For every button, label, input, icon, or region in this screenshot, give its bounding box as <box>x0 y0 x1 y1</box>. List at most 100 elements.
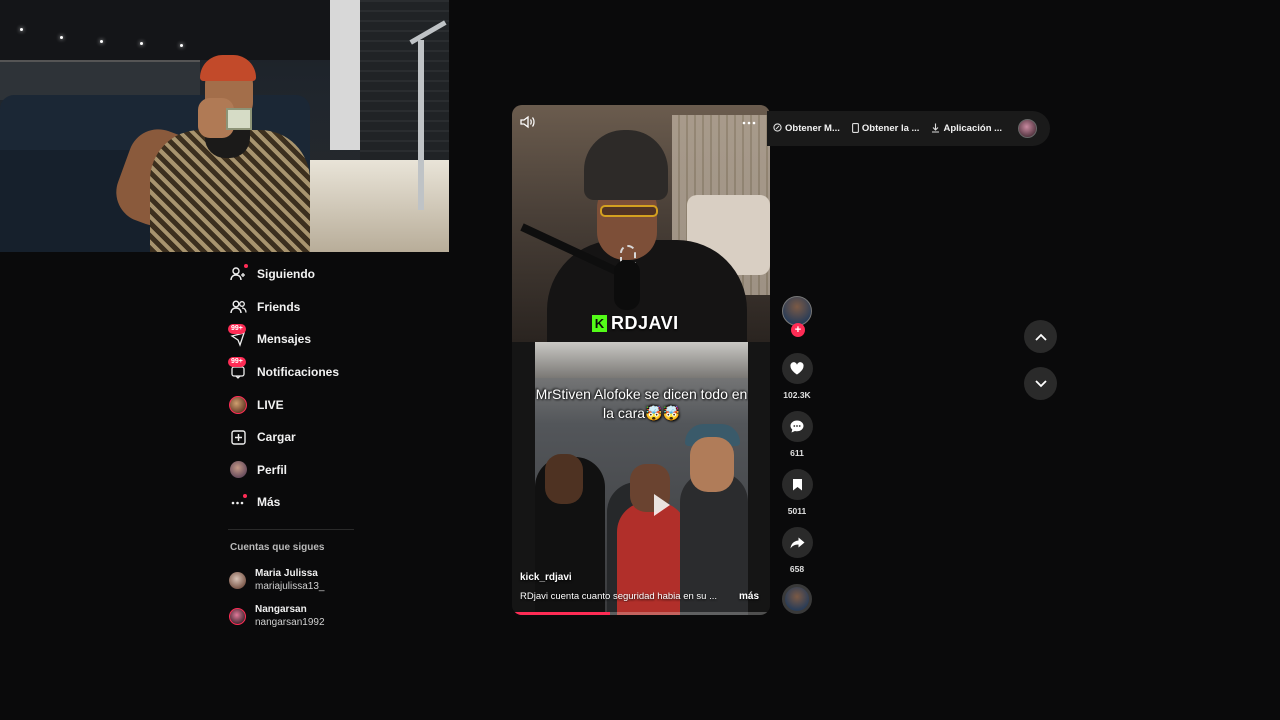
webcam-ceiling <box>0 0 330 60</box>
sidebar-item-label: Mensajes <box>257 332 312 347</box>
sidebar-item-label: Siguiendo <box>257 267 315 282</box>
webcam-railing <box>418 40 424 210</box>
chevron-up-icon <box>1034 333 1047 341</box>
clip-person-head <box>545 454 583 504</box>
share-button[interactable] <box>781 527 813 558</box>
following-section-title: Cuentas que sigues <box>230 541 325 553</box>
following-account-item[interactable]: Maria Julissa mariajulissa13_ <box>228 563 428 599</box>
notifications-badge: 99+ <box>228 357 246 368</box>
comment-icon <box>790 420 804 433</box>
get-coins-button[interactable]: Obtener M... <box>773 123 840 134</box>
sidebar-item-cargar[interactable]: Cargar <box>228 421 428 454</box>
play-icon[interactable] <box>654 494 670 516</box>
desktop-app-label: Aplicación ... <box>943 123 1003 134</box>
kick-logo-icon: K <box>592 315 607 332</box>
sidebar-item-friends[interactable]: Friends <box>228 291 428 324</box>
webcam-floor <box>300 160 449 252</box>
video-progress-bar[interactable] <box>512 612 770 615</box>
messages-badge: 99+ <box>228 324 246 335</box>
follow-plus-icon[interactable]: + <box>791 323 805 337</box>
sidebar-item-label: Friends <box>257 299 301 314</box>
clip-ceiling <box>535 342 748 378</box>
video-person-glasses <box>600 205 658 217</box>
sidebar-item-live[interactable]: LIVE <box>228 388 428 421</box>
upload-icon <box>228 427 248 447</box>
live-avatar-icon <box>228 395 248 415</box>
video-top-frame: K RDJAVI <box>512 105 770 350</box>
user-following-icon <box>228 264 248 284</box>
like-action: 102.3K <box>781 353 813 400</box>
user-avatar[interactable] <box>1018 119 1038 138</box>
next-video-button[interactable] <box>1024 367 1057 400</box>
creator-avatar[interactable]: + <box>782 296 812 337</box>
download-icon <box>931 123 940 135</box>
notification-dot <box>243 494 247 499</box>
more-options-icon[interactable] <box>742 113 756 129</box>
like-button[interactable] <box>781 353 813 384</box>
video-author[interactable]: kick_rdjavi <box>520 572 572 583</box>
money-bundle <box>226 108 252 130</box>
following-account-item[interactable]: Nangarsan nangarsan1992 <box>228 599 428 635</box>
kick-brand-watermark: K RDJAVI <box>592 313 679 334</box>
sidebar-nav: Siguiendo Friends 99+ Mensajes 99+ Notif… <box>228 258 428 635</box>
sidebar-divider <box>228 528 354 530</box>
bookmark-icon <box>792 479 802 491</box>
sidebar-item-siguiendo[interactable]: Siguiendo <box>228 258 428 291</box>
coin-icon <box>773 123 782 134</box>
get-app-label: Obtener la ... <box>861 123 920 134</box>
share-action: 658 <box>781 527 813 574</box>
desktop-app-button[interactable]: Aplicación ... <box>931 123 1002 135</box>
comment-action: 611 <box>781 411 813 458</box>
phone-icon <box>851 122 859 135</box>
top-action-bar: Obtener M... Obtener la ... Aplicación .… <box>767 111 1050 146</box>
notifications-icon: 99+ <box>228 357 248 382</box>
account-name: Maria Julissa <box>255 568 318 580</box>
account-name: Nangarsan <box>255 604 307 616</box>
get-app-button[interactable]: Obtener la ... <box>851 122 920 135</box>
chevron-down-icon <box>1034 379 1047 387</box>
description-more-link[interactable]: más <box>739 591 759 602</box>
music-disc-avatar[interactable] <box>782 584 812 614</box>
ceiling-light <box>180 44 183 47</box>
microphone <box>614 260 640 310</box>
sidebar-item-label: Cargar <box>257 430 296 445</box>
comment-button[interactable] <box>781 411 813 442</box>
video-player[interactable]: K RDJAVI MrStiven Alofoke se dicen todo … <box>512 105 770 615</box>
sidebar-item-notificaciones[interactable]: 99+ Notificaciones <box>228 356 428 389</box>
ceiling-light <box>60 36 63 39</box>
sidebar-item-mas[interactable]: Más <box>228 486 428 519</box>
sidebar-item-label: Más <box>257 495 281 510</box>
heart-icon <box>790 362 804 375</box>
like-count: 102.3K <box>783 390 811 400</box>
ceiling-light <box>20 28 23 31</box>
more-icon <box>228 492 248 512</box>
sidebar-item-mensajes[interactable]: 99+ Mensajes <box>228 323 428 356</box>
save-count: 5011 <box>787 506 807 516</box>
share-icon <box>790 537 804 548</box>
sidebar-item-label: Notificaciones <box>257 365 340 380</box>
save-action: 5011 <box>781 469 813 516</box>
volume-icon[interactable] <box>520 115 538 131</box>
avatar <box>229 572 246 590</box>
video-progress-fill <box>512 612 611 615</box>
profile-avatar <box>229 461 247 479</box>
get-coins-label: Obtener M... <box>785 123 840 134</box>
share-count: 658 <box>789 564 805 574</box>
messages-icon: 99+ <box>228 324 248 349</box>
account-handle: mariajulissa13_ <box>255 581 325 593</box>
sidebar-item-label: LIVE <box>257 397 284 412</box>
clip-person-head <box>690 437 734 492</box>
clip-caption-overlay: MrStiven Alofoke se dicen todo en la car… <box>535 386 748 421</box>
sidebar-item-label: Perfil <box>257 462 288 477</box>
webcam-wall <box>330 0 360 150</box>
sidebar-item-perfil[interactable]: Perfil <box>228 454 428 487</box>
previous-video-button[interactable] <box>1024 320 1057 353</box>
friends-icon <box>228 297 248 317</box>
profile-avatar-icon <box>228 460 248 480</box>
account-handle: nangarsan1992 <box>255 617 325 629</box>
ceiling-light <box>140 42 143 45</box>
save-button[interactable] <box>781 469 813 500</box>
webcam-overlay <box>0 0 449 252</box>
video-description: RDjavi cuenta cuanto seguridad habia en … <box>520 591 717 602</box>
brand-name: RDJAVI <box>611 313 679 333</box>
